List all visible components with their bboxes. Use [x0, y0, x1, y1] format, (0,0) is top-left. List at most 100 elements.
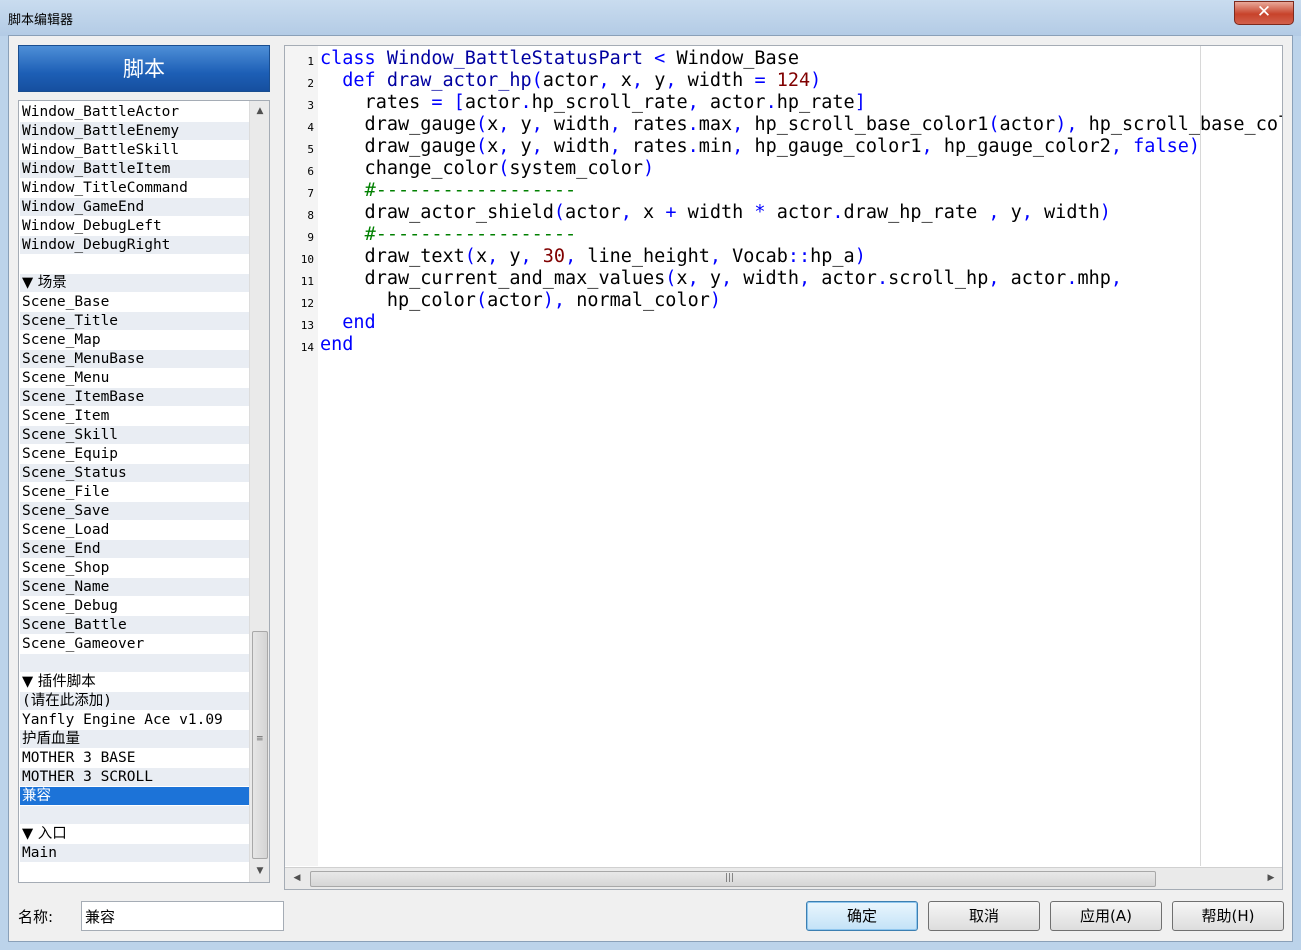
code-token: hp_scroll_base_color2: [1088, 114, 1282, 135]
script-separator[interactable]: [20, 654, 249, 672]
script-list-item[interactable]: Scene_Skill: [20, 426, 249, 444]
script-list-item[interactable]: Scene_Item: [20, 407, 249, 425]
script-list-item[interactable]: Window_DebugRight: [20, 236, 249, 254]
code-token: draw_gauge: [320, 136, 476, 157]
code-token: (: [665, 268, 677, 289]
code-token: ,: [609, 114, 632, 135]
code-token: ,: [988, 268, 1011, 289]
script-list-item[interactable]: Scene_Status: [20, 464, 249, 482]
code-line[interactable]: draw_actor_shield(actor, x + width * act…: [320, 202, 1111, 224]
script-list-item[interactable]: Scene_Map: [20, 331, 249, 349]
code-token: (: [498, 158, 510, 179]
edge-guide-line: [1200, 46, 1201, 866]
script-list-item[interactable]: Window_BattleEnemy: [20, 122, 249, 140]
script-list-item[interactable]: (请在此添加): [20, 692, 249, 710]
code-token: draw_gauge: [320, 114, 476, 135]
script-separator[interactable]: [20, 806, 249, 824]
code-line[interactable]: change_color(system_color): [320, 158, 655, 180]
script-list-item[interactable]: Scene_MenuBase: [20, 350, 249, 368]
code-token: ): [1188, 136, 1201, 157]
script-list-item[interactable]: Scene_Menu: [20, 369, 249, 387]
code-token: ,: [565, 246, 588, 267]
script-list-item[interactable]: Window_TitleCommand: [20, 179, 249, 197]
code-line[interactable]: end: [320, 334, 353, 356]
close-button[interactable]: ✕: [1234, 1, 1294, 25]
script-list-item[interactable]: Scene_Gameover: [20, 635, 249, 653]
script-list-item[interactable]: 护盾血量: [20, 730, 249, 748]
code-line[interactable]: def draw_actor_hp(actor, x, y, width = 1…: [320, 70, 821, 92]
code-token: #------------------: [364, 224, 577, 245]
script-list-item[interactable]: Scene_End: [20, 540, 249, 558]
code-line[interactable]: draw_text(x, y, 30, line_height, Vocab::…: [320, 246, 866, 268]
code-token: y: [1010, 202, 1022, 223]
script-separator[interactable]: [20, 255, 249, 273]
apply-button[interactable]: 应用(A): [1050, 901, 1162, 931]
help-button[interactable]: 帮助(H): [1172, 901, 1284, 931]
name-input[interactable]: 兼容: [81, 901, 284, 931]
script-category[interactable]: ▼ 场景: [20, 274, 249, 292]
code-token: ,: [1021, 202, 1045, 223]
script-list-item[interactable]: Scene_ItemBase: [20, 388, 249, 406]
code-token: = [: [431, 92, 465, 113]
script-list[interactable]: Window_BattleActor Window_BattleEnemy Wind…: [18, 100, 270, 883]
script-list-item[interactable]: Scene_Base: [20, 293, 249, 311]
script-list-scrollbar[interactable]: ▲ ≡ ▼: [249, 101, 269, 882]
script-list-item[interactable]: Scene_Title: [20, 312, 249, 330]
code-line[interactable]: #------------------: [320, 180, 577, 202]
script-list-item[interactable]: Yanfly Engine Ace v1.09: [20, 711, 249, 729]
scroll-down-arrow-icon[interactable]: ▼: [250, 863, 269, 880]
script-list-item[interactable]: Window_BattleSkill: [20, 141, 249, 159]
script-category[interactable]: ▼ 入口: [20, 825, 249, 843]
code-line[interactable]: draw_gauge(x, y, width, rates.max, hp_sc…: [320, 114, 1282, 136]
horizontal-scrollbar-thumb[interactable]: |||: [310, 871, 1156, 887]
code-token: ,: [520, 246, 543, 267]
script-list-item[interactable]: Scene_Shop: [20, 559, 249, 577]
code-token: hp_color: [320, 290, 476, 311]
code-line[interactable]: hp_color(actor), normal_color): [320, 290, 721, 312]
code-token: rates: [631, 136, 688, 157]
code-line[interactable]: draw_current_and_max_values(x, y, width,…: [320, 268, 1122, 290]
code-line[interactable]: #------------------: [320, 224, 577, 246]
script-list-item[interactable]: MOTHER 3 BASE: [20, 749, 249, 767]
ok-button[interactable]: 确定: [806, 901, 918, 931]
script-list-item[interactable]: Window_DebugLeft: [20, 217, 249, 235]
code-token: y: [709, 268, 721, 289]
scroll-left-arrow-icon[interactable]: ◀: [287, 870, 307, 887]
horizontal-scrollbar[interactable]: ◀ ||| ▶: [285, 867, 1282, 889]
script-list-item[interactable]: Scene_Debug: [20, 597, 249, 615]
script-list-item[interactable]: MOTHER 3 SCROLL: [20, 768, 249, 786]
script-list-item[interactable]: Scene_Equip: [20, 445, 249, 463]
code-line[interactable]: class Window_BattleStatusPart < Window_B…: [320, 48, 799, 70]
code-token: normal_color: [576, 290, 710, 311]
script-list-item[interactable]: Main: [20, 844, 249, 862]
script-list-item[interactable]: Scene_Name: [20, 578, 249, 596]
script-list-item[interactable]: Window_BattleItem: [20, 160, 249, 178]
scroll-right-arrow-icon[interactable]: ▶: [1261, 870, 1281, 887]
script-list-item[interactable]: 兼容: [20, 787, 249, 805]
code-token: ,: [531, 114, 554, 135]
code-token: ),: [542, 290, 577, 311]
code-editor[interactable]: 1 2 3 4 5 6 7 8 9 10 11 12 13 14 class Window_BattleS…: [284, 45, 1283, 890]
script-list-item[interactable]: Window_GameEnd: [20, 198, 249, 216]
code-token: ,: [665, 70, 688, 91]
script-list-item[interactable]: Window_BattleActor: [20, 103, 249, 121]
script-list-item[interactable]: Scene_Load: [20, 521, 249, 539]
code-line[interactable]: end: [320, 312, 375, 334]
code-token: actor: [487, 290, 543, 311]
cancel-button[interactable]: 取消: [928, 901, 1040, 931]
code-token: .: [687, 114, 699, 135]
code-token: #------------------: [364, 180, 577, 201]
scroll-up-arrow-icon[interactable]: ▲: [250, 103, 269, 120]
code-token: ::: [787, 246, 811, 267]
script-list-item[interactable]: Scene_File: [20, 483, 249, 501]
title-bar: 脚本编辑器 ✕: [0, 0, 1301, 36]
script-list-item[interactable]: Scene_Save: [20, 502, 249, 520]
code-line[interactable]: rates = [actor.hp_scroll_rate, actor.hp_…: [320, 92, 866, 114]
script-category[interactable]: ▼ 插件脚本: [20, 673, 249, 691]
scrollbar-thumb[interactable]: ≡: [252, 631, 268, 859]
script-list-item[interactable]: Scene_Battle: [20, 616, 249, 634]
code-line[interactable]: draw_gauge(x, y, width, rates.min, hp_ga…: [320, 136, 1200, 158]
code-token: line_height: [587, 246, 710, 267]
